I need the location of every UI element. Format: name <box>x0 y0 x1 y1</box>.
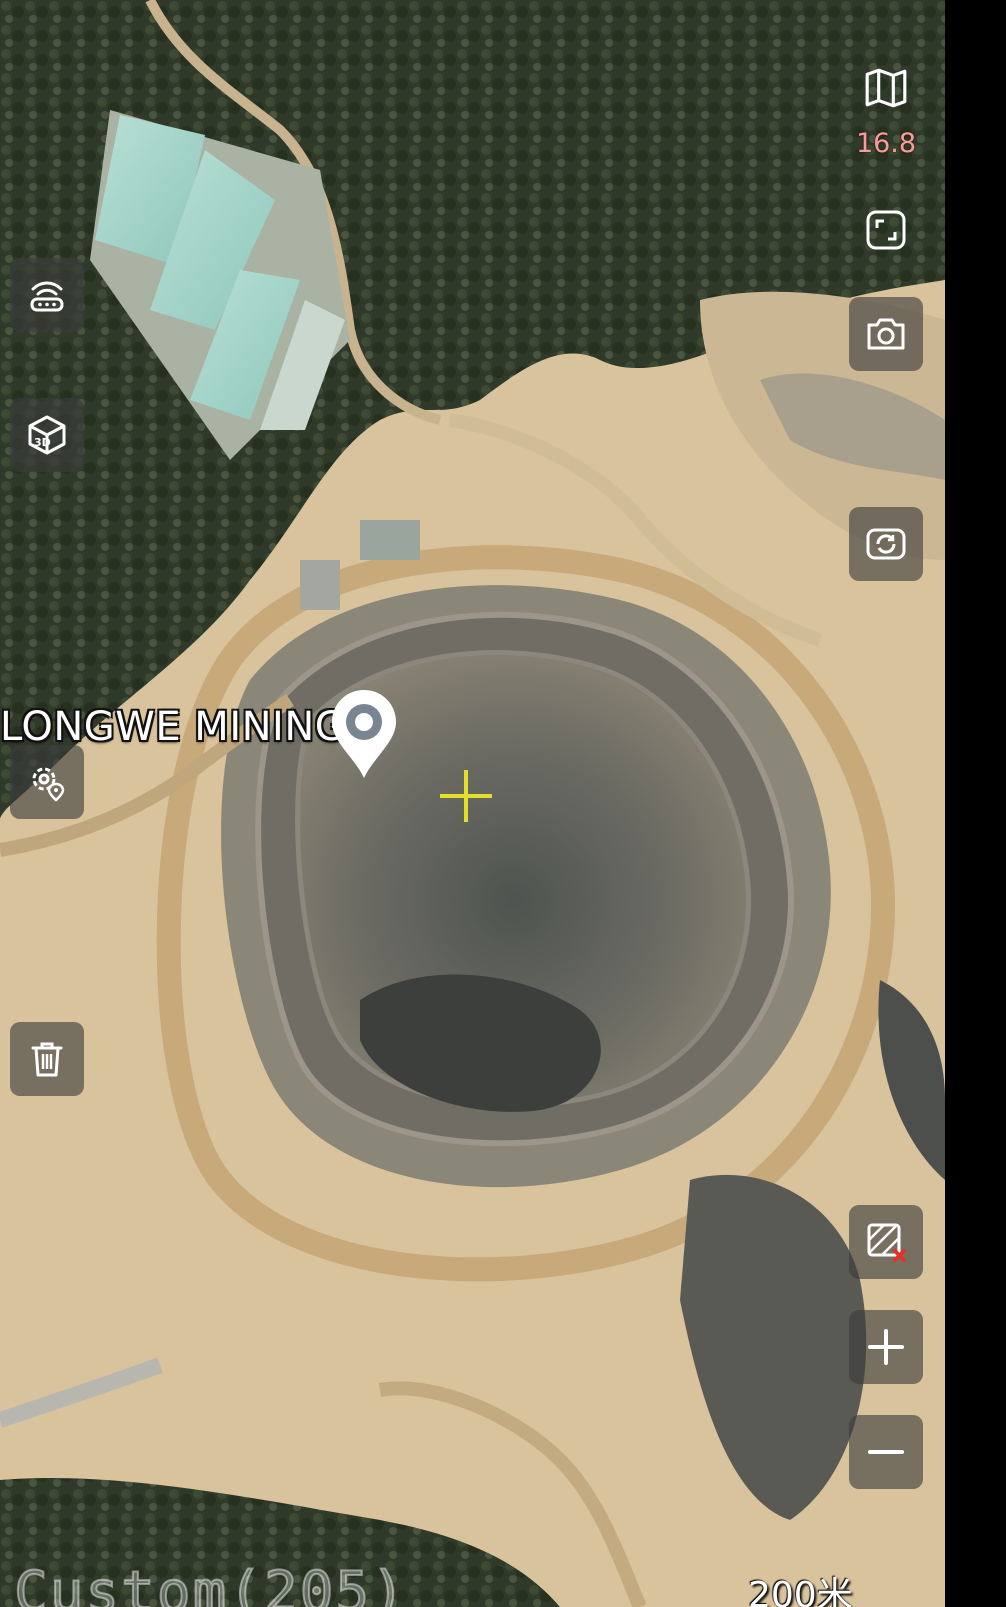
map-app: LONGWE MINING 3D 16.8 200米 Custom(205) <box>0 0 1006 1607</box>
zoom-level: 16.8 <box>855 128 917 159</box>
zoom-out-button[interactable] <box>849 1415 923 1489</box>
location-settings-icon <box>32 767 65 802</box>
camera-button[interactable] <box>849 297 923 371</box>
location-settings-button[interactable] <box>10 745 84 819</box>
fullscreen-button[interactable] <box>846 200 926 260</box>
3d-view-icon: 3D <box>28 415 66 455</box>
rotate-camera-icon <box>866 528 906 560</box>
wifi-signal-icon <box>30 281 64 312</box>
map-layers-icon <box>865 68 907 108</box>
camera-icon <box>867 318 905 350</box>
wifi-signal-button[interactable] <box>10 258 84 332</box>
satellite-map[interactable]: LONGWE MINING 3D 16.8 200米 Custom(205) <box>0 0 945 1607</box>
place-label[interactable]: LONGWE MINING <box>0 704 346 750</box>
crosshair-icon <box>440 770 492 822</box>
map-layer-name: Custom(205) <box>13 1559 407 1607</box>
3d-view-button[interactable]: 3D <box>10 398 84 472</box>
delete-icon <box>31 1042 63 1077</box>
zoom-in-button[interactable] <box>849 1310 923 1384</box>
3d-label: 3D <box>34 436 51 449</box>
fullscreen-icon <box>866 210 906 250</box>
rotate-camera-button[interactable] <box>849 507 923 581</box>
zoom-in-icon <box>868 1329 904 1365</box>
map-layers-button[interactable] <box>846 58 926 118</box>
clear-overlay-button[interactable] <box>849 1205 923 1279</box>
delete-button[interactable] <box>10 1022 84 1096</box>
zoom-out-icon <box>868 1450 904 1454</box>
scale-label: 200米 <box>748 1575 853 1607</box>
clear-overlay-icon <box>867 1223 906 1262</box>
screen-edge <box>945 0 1006 1607</box>
place-pin-icon[interactable] <box>327 686 401 782</box>
